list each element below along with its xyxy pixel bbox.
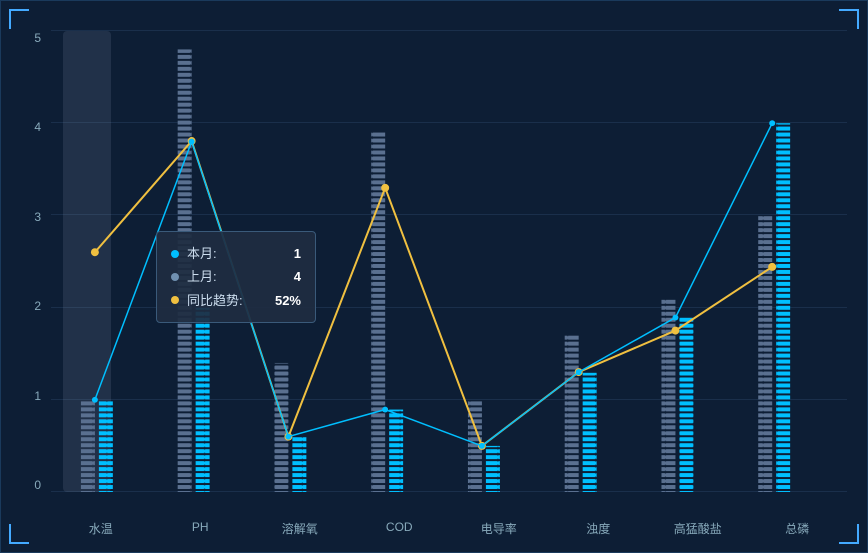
- bar-COD-本月: [389, 410, 403, 492]
- tooltip-value-上月: 4: [294, 265, 301, 288]
- tooltip-value-本月: 1: [294, 242, 301, 265]
- bar-高猛-本月: [679, 318, 693, 492]
- bar-浊度-本月: [583, 373, 597, 492]
- x-label-水温: 水温: [61, 520, 141, 537]
- corner-decoration-tl: [9, 9, 29, 29]
- current-dot-0: [92, 397, 98, 403]
- bar-PH-本月: [196, 308, 210, 492]
- current-dot-1: [189, 139, 195, 145]
- current-dot-2: [285, 434, 291, 440]
- x-label-溶解氧: 溶解氧: [260, 520, 340, 537]
- bar-电导率-本月: [486, 446, 500, 492]
- corner-decoration-tr: [839, 9, 859, 29]
- tooltip-row-本月: 本月: 1: [171, 242, 301, 265]
- bar-水温-本月: [99, 400, 113, 492]
- tooltip-dot-同比: [171, 296, 179, 304]
- y-label-1: 1: [34, 389, 46, 403]
- y-label-5: 5: [34, 31, 46, 45]
- current-dot-7: [769, 120, 775, 126]
- tooltip-label-上月: 上月:: [187, 265, 286, 288]
- tooltip-row-上月: 上月: 4: [171, 265, 301, 288]
- current-dot-4: [479, 443, 485, 449]
- line-dot-0: [91, 248, 99, 256]
- corner-decoration-bl: [9, 524, 29, 544]
- x-label-总磷: 总磷: [757, 520, 837, 537]
- tooltip-label-本月: 本月:: [187, 242, 286, 265]
- tooltip-dot-本月: [171, 250, 179, 258]
- line-dot-3: [381, 184, 389, 192]
- tooltip-dot-上月: [171, 273, 179, 281]
- current-dot-3: [382, 407, 388, 413]
- x-label-电导率: 电导率: [459, 520, 539, 537]
- y-label-2: 2: [34, 299, 46, 313]
- bar-溶解氧-本月: [292, 437, 306, 492]
- y-label-3: 3: [34, 210, 46, 224]
- bar-总磷-上月: [758, 215, 772, 492]
- x-label-PH: PH: [160, 520, 240, 537]
- y-label-4: 4: [34, 120, 46, 134]
- current-dot-5: [576, 369, 582, 375]
- line-dot-6: [671, 327, 679, 335]
- bar-浊度-上月: [565, 335, 579, 492]
- bar-水温-上月: [81, 400, 95, 492]
- x-label-高猛酸盐: 高猛酸盐: [658, 520, 738, 537]
- tooltip-row-同比: 同比趋势: 52%: [171, 289, 301, 312]
- x-label-COD: COD: [359, 520, 439, 537]
- tooltip-label-同比: 同比趋势:: [187, 289, 267, 312]
- tooltip: 本月: 1 上月: 4 同比趋势: 52%: [156, 231, 316, 323]
- bar-总磷-本月: [776, 123, 790, 492]
- chart-container: 5 4 3 2 1 0 /* manual rects */: [0, 0, 868, 553]
- x-label-浊度: 浊度: [558, 520, 638, 537]
- tooltip-value-同比: 52%: [275, 289, 301, 312]
- y-label-0: 0: [34, 478, 46, 492]
- line-dot-7: [768, 263, 776, 271]
- current-dot-6: [672, 315, 678, 321]
- y-axis: 5 4 3 2 1 0: [11, 31, 46, 492]
- x-axis: 水温 PH 溶解氧 COD 电导率 浊度 高猛酸盐 总磷: [51, 520, 847, 537]
